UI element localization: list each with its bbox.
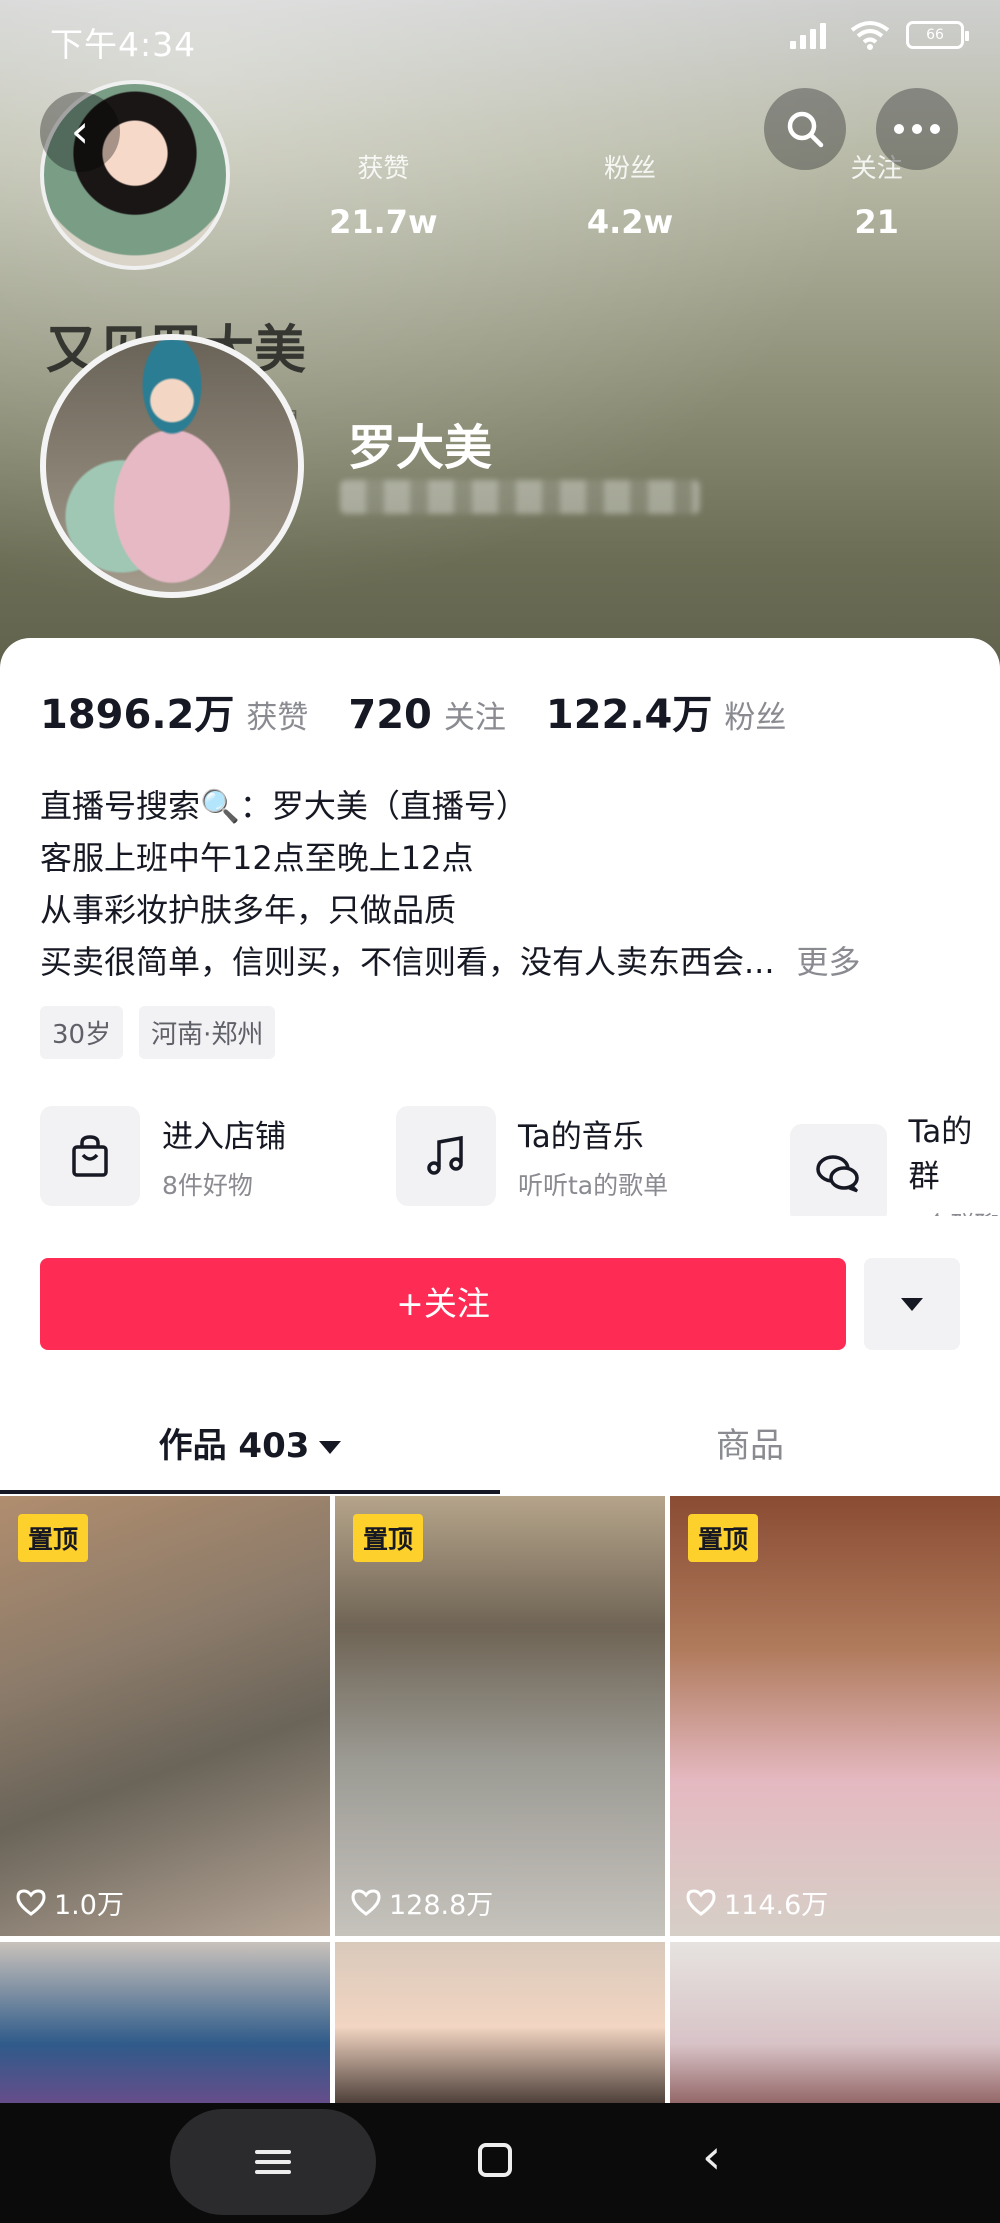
video-thumbnail[interactable]: 置顶 114.6万	[670, 1496, 1000, 1936]
chat-bubbles-icon	[790, 1124, 887, 1216]
system-back-button[interactable]: ‹	[702, 2129, 721, 2185]
status-icons: 66	[790, 20, 969, 50]
mini-stat-value: 21.7w	[329, 203, 438, 241]
shortcuts-row: 进入店铺 8件好物 Ta的音乐 听听ta的歌单 Ta的群	[40, 1106, 1000, 1216]
stat-fans-label[interactable]: 粉丝	[724, 692, 786, 737]
content-tabs: 作品 403 商品	[0, 1398, 1000, 1494]
mini-stat-fans: 粉丝 4.2w	[507, 150, 754, 241]
stat-following-value: 720	[348, 692, 432, 738]
music-note-icon	[396, 1106, 496, 1206]
stats-row: 1896.2万 获赞 720 关注 122.4万 粉丝	[40, 682, 826, 740]
pinned-badge: 置顶	[353, 1514, 424, 1562]
profile-tags: 30岁 河南·郑州	[40, 1006, 276, 1059]
mini-stat-likes: 获赞 21.7w	[260, 150, 507, 241]
stat-likes-label[interactable]: 获赞	[246, 692, 308, 737]
shortcut-group-title: Ta的群	[908, 1114, 973, 1195]
shortcut-group-sub: 1个群聊	[909, 1206, 1000, 1216]
stat-fans-value: 122.4万	[545, 692, 713, 738]
pinned-badge: 置顶	[18, 1514, 89, 1562]
shortcut-group[interactable]: Ta的群 1个群聊	[790, 1106, 1000, 1216]
tag-age: 30岁	[40, 1006, 124, 1059]
blurred-id	[340, 480, 700, 514]
signal-icon	[790, 21, 834, 49]
bio-line: 直播号搜索🔍：罗大美（直播号）	[40, 787, 528, 825]
bio-line-last: 买卖很简单，信则买，不信则看，没有人卖东西会... 更多	[40, 936, 970, 988]
avatar[interactable]	[40, 334, 304, 598]
caret-down-icon	[901, 1297, 923, 1311]
bio-line: 客服上班中午12点至晚上12点	[40, 839, 474, 877]
more-button[interactable]	[876, 88, 958, 170]
shortcut-music[interactable]: Ta的音乐 听听ta的歌单	[396, 1106, 668, 1206]
video-thumbnail[interactable]: 置顶 128.8万	[335, 1496, 665, 1936]
stat-likes-value: 1896.2万	[40, 692, 235, 738]
mini-stat-value: 4.2w	[586, 203, 674, 241]
back-button[interactable]: ‹	[40, 92, 120, 172]
mini-stat-label: 粉丝	[604, 154, 657, 184]
search-button[interactable]	[764, 88, 846, 170]
video-likes: 1.0万	[16, 1883, 124, 1922]
pinned-badge: 置顶	[688, 1514, 759, 1562]
caret-down-icon	[319, 1441, 342, 1454]
video-likes: 128.8万	[351, 1883, 493, 1922]
video-thumbnail[interactable]	[335, 1942, 665, 2112]
shortcut-music-title: Ta的音乐	[518, 1118, 644, 1155]
system-nav-bar: ‹	[0, 2103, 1000, 2223]
video-thumbnail[interactable]	[670, 1942, 1000, 2112]
bio-more-link[interactable]: 更多	[797, 943, 861, 981]
display-name: 罗大美	[348, 420, 493, 476]
mini-stat-value: 21	[854, 203, 899, 241]
recents-button[interactable]	[170, 2109, 376, 2215]
bio: 直播号搜索🔍：罗大美（直播号） 客服上班中午12点至晚上12点 从事彩妆护肤多年…	[40, 780, 970, 988]
mini-stats: 获赞 21.7w 粉丝 4.2w 关注 21	[260, 150, 1000, 241]
shortcut-music-sub: 听听ta的歌单	[518, 1170, 669, 1200]
tag-location: 河南·郑州	[139, 1006, 276, 1059]
video-likes-count: 128.8万	[389, 1890, 494, 1921]
video-grid: 置顶 1.0万 置顶 128.8万 置顶 114.6万	[0, 1496, 1000, 2112]
video-likes: 114.6万	[686, 1883, 828, 1922]
video-likes-count: 114.6万	[724, 1890, 829, 1921]
heart-icon	[351, 1888, 381, 1916]
tab-underline	[0, 1490, 500, 1494]
stat-following-label[interactable]: 关注	[444, 692, 506, 737]
menu-icon	[255, 2144, 291, 2180]
tab-goods[interactable]: 商品	[500, 1398, 1000, 1494]
shortcut-shop-sub: 8件好物	[162, 1170, 253, 1200]
tab-works[interactable]: 作品 403	[0, 1398, 500, 1494]
follow-button[interactable]: +关注	[40, 1258, 846, 1350]
heart-icon	[16, 1888, 46, 1916]
heart-icon	[686, 1888, 716, 1916]
shopping-bag-icon	[40, 1106, 140, 1206]
profile-header: 下午4:34 66 ‹ 获赞 21.7w 粉丝 4.2w 关注 21 罗大美	[0, 0, 1000, 700]
more-dots-icon	[894, 124, 940, 134]
shortcut-shop-title: 进入店铺	[162, 1118, 286, 1155]
bio-line-text: 买卖很简单，信则买，不信则看，没有人卖东西会...	[40, 943, 775, 981]
video-thumbnail[interactable]	[0, 1942, 330, 2112]
mini-stat-label: 获赞	[357, 154, 410, 184]
search-icon	[787, 111, 824, 148]
shortcut-shop[interactable]: 进入店铺 8件好物	[40, 1106, 286, 1206]
status-time: 下午4:34	[50, 25, 197, 64]
battery-icon: 66	[906, 21, 969, 49]
home-button[interactable]	[478, 2143, 512, 2177]
tab-works-label: 作品 403	[158, 1426, 310, 1466]
video-likes-count: 1.0万	[54, 1890, 124, 1921]
profile-card: 1896.2万 获赞 720 关注 122.4万 粉丝 直播号搜索🔍：罗大美（直…	[0, 638, 1000, 2112]
wifi-icon	[850, 21, 890, 50]
video-thumbnail[interactable]: 置顶 1.0万	[0, 1496, 330, 1936]
more-actions-dropdown[interactable]	[864, 1258, 960, 1350]
status-bar: 下午4:34 66	[0, 0, 1000, 70]
bio-line: 从事彩妆护肤多年，只做品质	[40, 891, 457, 929]
